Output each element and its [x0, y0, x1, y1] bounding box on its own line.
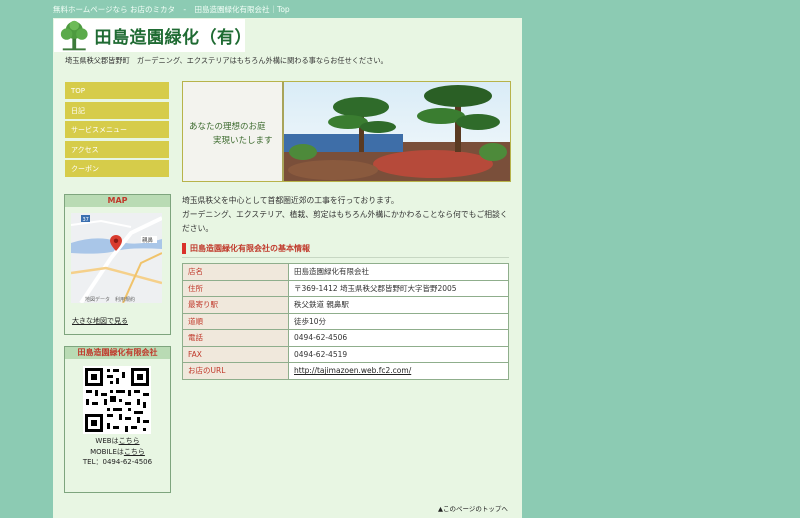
info-value: 〒369-1412 埼玉県秩父郡皆野町大字皆野2005	[288, 279, 509, 297]
info-value: http://tajimazoen.web.fc2.com/	[288, 362, 509, 380]
nav-item-service-menu[interactable]: サービスメニュー	[65, 121, 169, 139]
intro-paragraph-1: 埼玉県秩父を中心として首都圏近郊の工事を行っております。	[182, 196, 399, 205]
nav-item-coupon[interactable]: クーポン	[65, 160, 169, 178]
table-row: お店のURL http://tajimazoen.web.fc2.com/	[182, 362, 509, 380]
info-key: お店のURL	[182, 362, 289, 380]
section-divider	[182, 257, 509, 258]
table-row: 電話 0494-62-4506	[182, 329, 509, 347]
mobile-link[interactable]: こちら	[124, 448, 145, 456]
nav-item-top[interactable]: TOP	[65, 82, 169, 100]
map-pin-icon	[110, 235, 122, 251]
map-image[interactable]: 37 親鼻 地図データ 利用規約	[71, 213, 162, 303]
site-logo[interactable]: 田島造園緑化（有）	[54, 19, 252, 52]
info-value: 徒歩10分	[288, 312, 509, 330]
top-bar: 無料ホームページなら お店のミカタ - 田島造園緑化有限会社｜Top	[53, 4, 296, 15]
qr-web-line: WEBはこちら	[65, 436, 170, 447]
top-bar-separator: -	[183, 5, 187, 14]
info-key: FAX	[182, 345, 289, 363]
info-value: 0494-62-4519	[288, 345, 509, 363]
qr-tel: TEL：0494-62-4506	[82, 458, 153, 466]
info-key: 店名	[182, 263, 289, 281]
table-row: 道順 徒歩10分	[182, 312, 509, 330]
info-key: 電話	[182, 329, 289, 347]
info-key: 住所	[182, 279, 289, 297]
map-graphic: 37 親鼻 地図データ 利用規約	[71, 213, 162, 303]
main-banner: あなたの理想のお庭 実現いたします	[182, 81, 511, 182]
info-key: 道順	[182, 312, 289, 330]
info-key: 最寄り駅	[182, 296, 289, 314]
intro-text: 埼玉県秩父を中心として首都圏近郊の工事を行っております。 ガーデニング、エクステ…	[182, 194, 514, 236]
top-bar-current-page: 田島造園緑化有限会社｜Top	[194, 5, 290, 14]
qr-web-prefix: WEBは	[95, 437, 119, 445]
info-value: 秩父鉄道 親鼻駅	[288, 296, 509, 314]
banner-image: あなたの理想のお庭 実現いたします	[183, 82, 510, 181]
page-top-link[interactable]: ▲このページのトップへ	[438, 503, 508, 513]
intro-paragraph-2: ガーデニング、エクステリア、植栽、剪定はもちろん外構にかかわることなら何でもご相…	[182, 210, 508, 233]
tagline: 埼玉県秩父郡皆野町 ガーデニング、エクステリアはもちろん外構に関わる事ならお任せ…	[65, 56, 388, 65]
table-row: FAX 0494-62-4519	[182, 345, 509, 363]
nav-item-diary[interactable]: 日記	[65, 101, 169, 120]
qr-heading: 田島造園緑化有限会社	[65, 347, 170, 359]
info-table: 店名 田島造園緑化有限会社 住所 〒369-1412 埼玉県秩父郡皆野町大字皆野20…	[182, 263, 509, 380]
large-map-link[interactable]: 大きな地図で見る	[72, 316, 128, 326]
section-title: 田島造園緑化有限会社の基本情報	[182, 243, 517, 254]
qr-box: 田島造園緑化有限会社 WEBはこちら MOBILEはこちら TEL：0494-6…	[64, 346, 171, 493]
table-row: 店名 田島造園緑化有限会社	[182, 263, 509, 281]
web-link[interactable]: こちら	[119, 437, 140, 445]
page-container: 田島造園緑化（有） 埼玉県秩父郡皆野町 ガーデニング、エクステリアはもちろん外構…	[53, 18, 522, 518]
qr-info: WEBはこちら MOBILEはこちら TEL：0494-62-4506	[65, 436, 170, 468]
nav-item-access[interactable]: アクセス	[65, 140, 169, 159]
info-value: 田島造園緑化有限会社	[288, 263, 509, 281]
qr-code-icon	[83, 366, 151, 434]
info-value: 0494-62-4506	[288, 329, 509, 347]
side-nav: TOP 日記 サービスメニュー アクセス クーポン	[65, 82, 169, 180]
top-bar-link[interactable]: 無料ホームページなら お店のミカタ	[53, 5, 175, 14]
table-row: 住所 〒369-1412 埼玉県秩父郡皆野町大字皆野2005	[182, 279, 509, 297]
map-box: MAP 37 親鼻 地図データ 利用規約 大きな地図で見る	[64, 194, 171, 335]
map-place-label: 親鼻	[142, 236, 154, 244]
table-row: 最寄り駅 秩父鉄道 親鼻駅	[182, 296, 509, 314]
route-badge-number: 37	[83, 217, 89, 223]
map-heading: MAP	[65, 195, 170, 207]
qr-mobile-prefix: MOBILEは	[90, 447, 124, 456]
qr-mobile-line: MOBILEはこちら	[65, 447, 170, 458]
logo-text: 田島造園緑化（有）	[94, 28, 252, 48]
tree-logo-icon	[60, 20, 88, 51]
shop-url-link[interactable]: http://tajimazoen.web.fc2.com/	[294, 366, 411, 375]
banner-line-2: 実現いたします	[213, 135, 273, 146]
map-copyright: 地図データ 利用規約	[85, 296, 135, 303]
banner-line-1: あなたの理想のお庭	[189, 121, 266, 132]
